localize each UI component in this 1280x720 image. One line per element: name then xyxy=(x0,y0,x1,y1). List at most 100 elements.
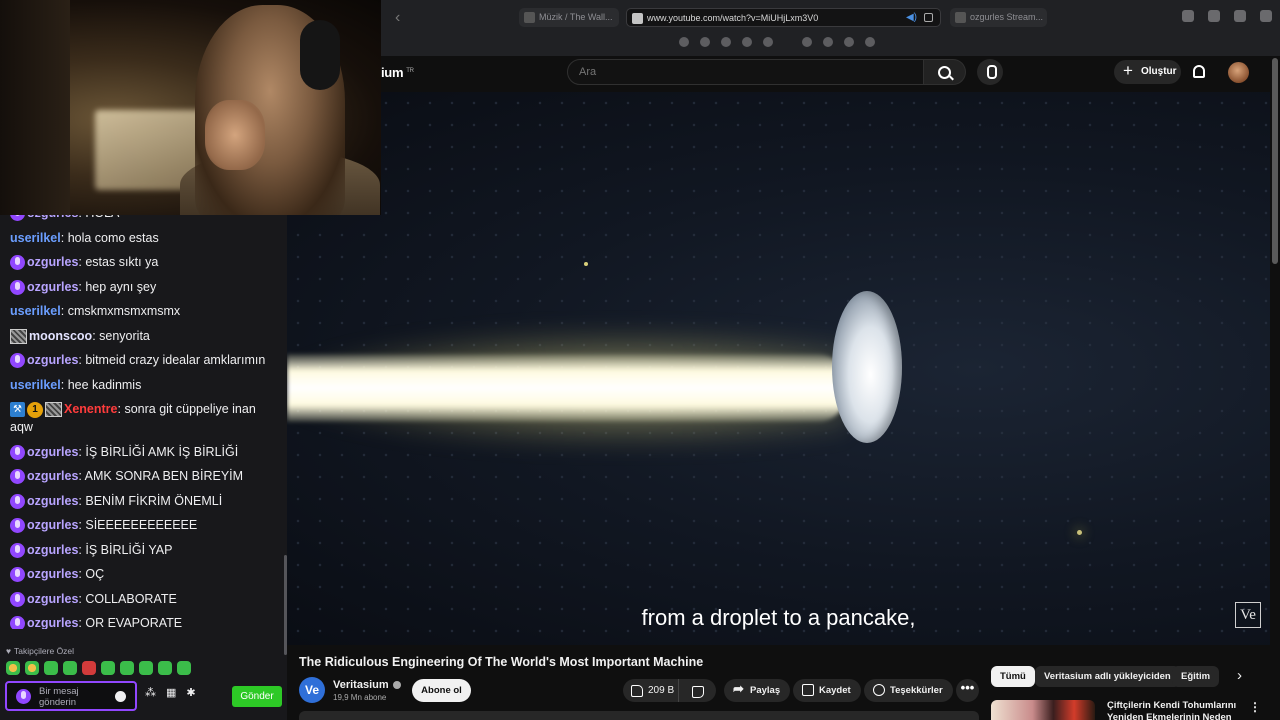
plus-icon: + xyxy=(1123,61,1133,80)
image-badge-icon[interactable] xyxy=(45,402,62,418)
favorite-icon[interactable] xyxy=(742,37,752,47)
thanks-button[interactable]: Teşekkürler xyxy=(864,679,953,702)
emoji-icon[interactable] xyxy=(115,691,126,702)
more-actions-button[interactable]: ••• xyxy=(956,679,979,702)
chat-username[interactable]: Xenentre xyxy=(64,402,118,416)
tab-youtube[interactable]: www.youtube.com/watch?v=MiUHjLxm3V0 ◀) xyxy=(626,8,941,27)
chat-username[interactable]: ozgurles xyxy=(27,543,78,557)
kebab-menu-icon[interactable]: ⋮ xyxy=(1249,700,1261,714)
chat-username[interactable]: ozgurles xyxy=(27,567,78,581)
create-button[interactable]: + Oluştur xyxy=(1114,60,1181,84)
dislike-button[interactable] xyxy=(680,679,716,702)
chat-username[interactable]: ozgurles xyxy=(27,280,78,294)
chat-username[interactable]: ozgurles xyxy=(27,592,78,606)
send-button[interactable]: Gönder xyxy=(232,686,282,707)
tab-stream[interactable]: ozgurles Stream... xyxy=(950,8,1047,27)
favorite-icon[interactable] xyxy=(763,37,773,47)
page-scrollbar-thumb[interactable] xyxy=(1272,58,1278,264)
emote-icon[interactable] xyxy=(120,661,134,675)
image-badge-icon[interactable] xyxy=(10,328,27,344)
chevron-right-icon[interactable]: › xyxy=(1237,667,1242,684)
emote-icon[interactable] xyxy=(177,661,191,675)
hammer-badge-icon[interactable]: ⚒ xyxy=(10,402,25,418)
page-scrollbar[interactable] xyxy=(1270,56,1280,720)
back-arrow-icon[interactable]: ‹ xyxy=(395,9,400,27)
tab-overview-icon[interactable] xyxy=(1260,10,1272,22)
chat-text: COLLABORATE xyxy=(85,591,177,606)
new-tab-icon[interactable] xyxy=(1234,10,1246,22)
extension-icon[interactable] xyxy=(1182,10,1194,22)
mic-icon[interactable] xyxy=(10,616,25,629)
bell-icon[interactable] xyxy=(1193,65,1205,78)
favorite-icon[interactable] xyxy=(865,37,875,47)
tab-music[interactable]: Müzik / The Wall... xyxy=(519,8,619,27)
emote-icon[interactable] xyxy=(158,661,172,675)
chip-all[interactable]: Tümü xyxy=(991,666,1035,687)
mic-icon[interactable] xyxy=(10,444,25,460)
channel-name-wrap[interactable]: Veritasium xyxy=(333,679,401,691)
mic-icon[interactable] xyxy=(10,567,25,583)
mic-icon[interactable] xyxy=(10,518,25,534)
address-bar-url[interactable]: www.youtube.com/watch?v=MiUHjLxm3V0 xyxy=(647,13,818,23)
chat-username[interactable]: userilkel xyxy=(10,231,61,245)
favorite-icon[interactable] xyxy=(721,37,731,47)
channel-watermark[interactable]: Ve xyxy=(1235,602,1261,628)
mic-icon[interactable] xyxy=(10,353,25,369)
emote-icon[interactable] xyxy=(6,661,20,675)
mic-icon[interactable] xyxy=(10,255,25,271)
chip-education[interactable]: Eğitim xyxy=(1172,666,1220,687)
mic-icon[interactable] xyxy=(10,591,25,607)
share-icon[interactable] xyxy=(1208,10,1220,22)
gear-icon[interactable]: ✱ xyxy=(186,686,195,699)
favorite-icon[interactable] xyxy=(679,37,689,47)
favorite-icon[interactable] xyxy=(802,37,812,47)
emote-icon[interactable] xyxy=(101,661,115,675)
mic-icon[interactable] xyxy=(10,493,25,509)
chat-username[interactable]: ozgurles xyxy=(27,255,78,269)
search-input[interactable] xyxy=(568,60,923,84)
emote-icon[interactable] xyxy=(82,661,96,675)
like-button[interactable]: 209 B xyxy=(623,679,679,702)
recommendation-thumbnail[interactable] xyxy=(991,700,1095,720)
chat-username[interactable]: ozgurles xyxy=(27,616,78,629)
youtube-logo[interactable]: ium TR xyxy=(381,65,414,80)
recommendation-title[interactable]: Çiftçilerin Kendi Tohumlarını Yeniden Ek… xyxy=(1107,700,1237,720)
search-button[interactable] xyxy=(924,59,966,85)
voice-search-button[interactable] xyxy=(977,59,1003,85)
emote-icon[interactable] xyxy=(63,661,77,675)
avatar[interactable] xyxy=(1228,62,1249,83)
chat-username[interactable]: moonscoo xyxy=(29,329,92,343)
chat-input[interactable]: Bir mesaj gönderin xyxy=(5,681,137,711)
save-button[interactable]: Kaydet xyxy=(793,679,861,702)
favorite-icon[interactable] xyxy=(823,37,833,47)
gift-icon[interactable]: ▦ xyxy=(166,686,176,699)
subscribe-button[interactable]: Abone ol xyxy=(412,679,471,702)
channel-avatar[interactable]: Ve xyxy=(299,677,325,703)
chat-username[interactable]: ozgurles xyxy=(27,353,78,367)
chat-username[interactable]: ozgurles xyxy=(27,494,78,508)
share-button[interactable]: ➦ Paylaş xyxy=(724,679,791,702)
search-box[interactable] xyxy=(567,59,924,85)
subscriber-badge-icon[interactable]: 1 xyxy=(27,401,43,418)
chat-username[interactable]: ozgurles xyxy=(27,445,78,459)
chat-username[interactable]: userilkel xyxy=(10,304,61,318)
mic-icon[interactable] xyxy=(10,542,25,558)
chat-username[interactable]: ozgurles xyxy=(27,469,78,483)
speaker-icon[interactable]: ◀) xyxy=(906,12,917,23)
chat-username[interactable]: userilkel xyxy=(10,378,61,392)
emote-icon[interactable] xyxy=(139,661,153,675)
chip-uploader[interactable]: Veritasium adlı yükleyiciden xyxy=(1035,666,1180,687)
description-box[interactable] xyxy=(299,711,979,720)
favorite-icon[interactable] xyxy=(700,37,710,47)
emote-icon[interactable] xyxy=(25,661,39,675)
mic-icon[interactable] xyxy=(10,469,25,485)
mic-icon[interactable] xyxy=(10,279,25,295)
chat-username[interactable]: ozgurles xyxy=(27,518,78,532)
favorite-icon[interactable] xyxy=(844,37,854,47)
picture-in-picture-icon[interactable] xyxy=(924,13,933,22)
video-player[interactable]: from a droplet to a pancake, Ve xyxy=(287,92,1270,645)
chat-message-list[interactable]: ozgurles: HOLAuserilkel: hola como estas… xyxy=(0,204,287,629)
bits-icon[interactable]: ⁂ xyxy=(145,686,156,699)
emote-icon[interactable] xyxy=(44,661,58,675)
channel-name[interactable]: Veritasium xyxy=(333,679,389,691)
